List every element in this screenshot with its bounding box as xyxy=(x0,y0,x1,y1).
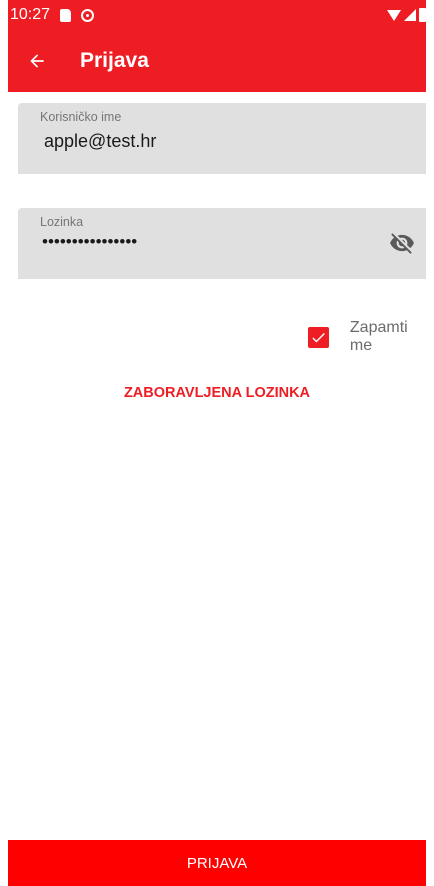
password-input[interactable]: •••••••••••••••• xyxy=(42,232,372,252)
page-title: Prijava xyxy=(80,49,149,72)
remember-me-label: Zapamti me xyxy=(349,319,408,354)
frame-right xyxy=(426,0,434,886)
password-label: Lozinka xyxy=(40,215,84,229)
sd-card-icon xyxy=(60,8,72,22)
username-field[interactable]: Korisničko ime xyxy=(18,103,432,174)
back-button[interactable] xyxy=(10,34,64,88)
remember-me-checkbox[interactable] xyxy=(308,326,329,348)
forgot-password-link[interactable]: ZABORAVLJENA LOZINKA xyxy=(0,385,434,401)
frame-left xyxy=(0,0,8,886)
login-button[interactable]: PRIJAVA xyxy=(8,840,426,886)
battery-icon xyxy=(419,8,426,22)
toggle-password-visibility-button[interactable] xyxy=(388,230,418,256)
wifi-icon xyxy=(387,9,401,21)
eye-off-icon xyxy=(390,233,414,254)
status-right-icons xyxy=(387,8,426,22)
sync-icon xyxy=(81,8,95,22)
signal-icon xyxy=(404,9,416,21)
check-icon xyxy=(312,332,325,342)
app-bar: Prijava xyxy=(8,30,426,92)
status-bar: 10:27 xyxy=(8,0,426,30)
remember-me[interactable]: Zapamti me xyxy=(308,319,434,355)
username-label: Korisničko ime xyxy=(40,110,122,124)
status-time: 10:27 xyxy=(10,6,51,23)
password-field[interactable]: Lozinka •••••••••••••••• xyxy=(18,208,432,279)
arrow-back-icon xyxy=(30,54,44,68)
username-input[interactable] xyxy=(44,131,374,152)
